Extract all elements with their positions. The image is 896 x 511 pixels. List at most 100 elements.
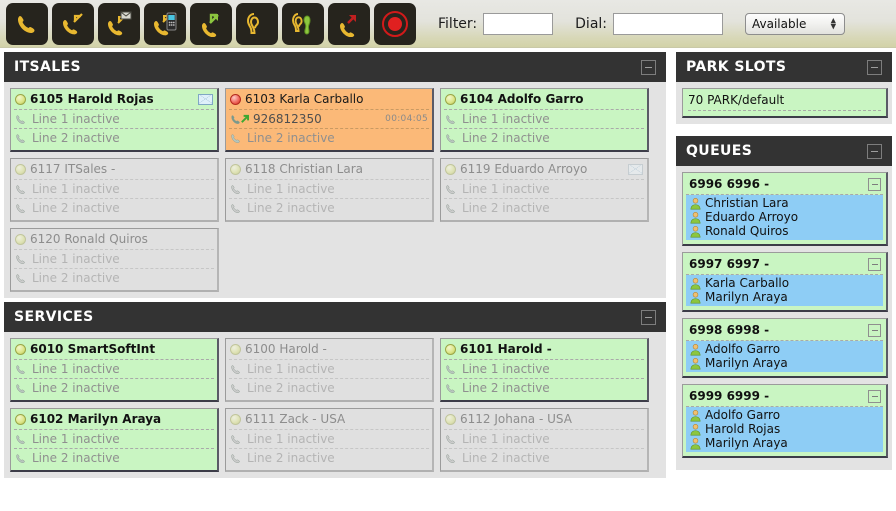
transfer-call-icon[interactable] (190, 2, 232, 45)
extension-line[interactable]: Line 2 inactive (229, 379, 429, 397)
handset-icon (230, 363, 243, 376)
extension-line[interactable]: Line 2 inactive (14, 129, 214, 147)
queue-member-label: Marilyn Araya (705, 436, 788, 450)
extension-card[interactable]: 6103 Karla Carballo 926812350 00:04:05 Line… (225, 88, 434, 152)
extension-line[interactable]: Line 2 inactive (14, 379, 214, 397)
line-label: Line 1 inactive (247, 362, 335, 376)
handset-icon (15, 253, 28, 266)
extension-line[interactable]: Line 2 inactive (14, 449, 214, 467)
person-icon (689, 291, 702, 304)
hangup-call-icon[interactable] (328, 2, 370, 45)
extension-line[interactable]: Line 1 inactive (14, 430, 214, 449)
handset-icon (445, 113, 458, 126)
extension-line[interactable]: Line 1 inactive (444, 110, 644, 129)
extension-card[interactable]: 6119 Eduardo Arroyo Line 1 inactive Line 2… (440, 158, 649, 222)
panel-park-slots: PARK SLOTS 70 PARK/default (676, 52, 892, 124)
dial-call-icon[interactable] (52, 2, 94, 45)
extension-line[interactable]: Line 1 inactive (444, 180, 644, 199)
record-icon[interactable] (374, 2, 416, 45)
extension-line[interactable]: Line 2 inactive (229, 449, 429, 467)
queue-label: 6998 6998 - (689, 323, 770, 337)
extension-line[interactable]: Line 2 inactive (444, 129, 644, 147)
queue-card[interactable]: 6997 6997 - Karla Carballo Marilyn Araya (682, 252, 888, 312)
extension-header: 6111 Zack - USA (229, 411, 429, 430)
extension-label: 6119 Eduardo Arroyo (460, 162, 588, 176)
extension-line[interactable]: Line 1 inactive (14, 110, 214, 129)
handset-icon (230, 183, 243, 196)
handset-icon (445, 382, 458, 395)
extension-line[interactable]: Line 2 inactive (14, 269, 214, 287)
queue-card[interactable]: 6998 6998 - Adolfo Garro Marilyn Araya (682, 318, 888, 378)
collapse-icon[interactable] (641, 59, 656, 75)
extension-card[interactable]: 6112 Johana - USA Line 1 inactive Line 2 i… (440, 408, 649, 472)
dial-label: Dial: (575, 15, 608, 32)
extension-line[interactable]: Line 1 inactive (14, 180, 214, 199)
extension-card[interactable]: 6101 Harold - Line 1 inactive Line 2 inact… (440, 338, 649, 402)
extension-line[interactable]: Line 1 inactive (229, 430, 429, 449)
chevron-updown-icon: ▲ ▼ (830, 16, 837, 30)
queue-label: 6999 6999 - (689, 389, 770, 403)
extension-line[interactable]: Line 2 inactive (229, 129, 429, 147)
mobile-call-icon[interactable] (144, 2, 186, 45)
extension-line[interactable]: Line 1 inactive (444, 360, 644, 379)
panel-itsales-body: 6105 Harold Rojas Line 1 inactive Line 2 i… (4, 82, 666, 298)
collapse-icon[interactable] (868, 257, 881, 271)
line-label: Line 2 inactive (462, 451, 550, 465)
queue-member[interactable]: Harold Rojas (688, 422, 881, 436)
extension-line[interactable]: Line 1 inactive (229, 180, 429, 199)
extension-card[interactable]: 6120 Ronald Quiros Line 1 inactive Line 2 … (10, 228, 219, 292)
extension-line[interactable]: Line 2 inactive (444, 379, 644, 397)
collapse-icon[interactable] (868, 323, 881, 337)
extension-line[interactable]: Line 1 inactive (444, 430, 644, 449)
extension-header: 6100 Harold - (229, 341, 429, 360)
answer-call-icon[interactable] (6, 2, 48, 45)
park-slot[interactable]: 70 PARK/default (682, 88, 888, 118)
status-dot-icon (15, 343, 26, 355)
extension-card[interactable]: 6010 SmartSoftInt Line 1 inactive Line 2 i… (10, 338, 219, 402)
queue-member[interactable]: Marilyn Araya (688, 290, 881, 304)
extension-card[interactable]: 6111 Zack - USA Line 1 inactive Line 2 ina… (225, 408, 434, 472)
extension-card[interactable]: 6104 Adolfo Garro Line 1 inactive Line 2 i… (440, 88, 649, 152)
extension-card[interactable]: 6117 ITSales - Line 1 inactive Line 2 inac… (10, 158, 219, 222)
queue-member[interactable]: Adolfo Garro (688, 342, 881, 356)
extension-label: 6103 Karla Carballo (245, 92, 364, 106)
panel-services-header: SERVICES (4, 302, 666, 332)
extension-line[interactable]: Line 1 inactive (229, 360, 429, 379)
extension-line[interactable]: Line 2 inactive (444, 449, 644, 467)
extension-line[interactable]: 926812350 00:04:05 (229, 110, 429, 129)
voicemail-icon[interactable] (198, 93, 213, 105)
collapse-icon[interactable] (867, 59, 882, 75)
extension-card[interactable]: 6105 Harold Rojas Line 1 inactive Line 2 i… (10, 88, 219, 152)
queue-member[interactable]: Karla Carballo (688, 276, 881, 290)
dial-input[interactable] (613, 12, 724, 35)
queue-card[interactable]: 6999 6999 - Adolfo Garro Harold Rojas Maril… (682, 384, 888, 458)
voicemail-call-icon[interactable] (98, 2, 140, 45)
collapse-icon[interactable] (867, 143, 882, 159)
queue-member[interactable]: Christian Lara (688, 196, 881, 210)
collapse-icon[interactable] (868, 177, 881, 191)
panel-title: ITSALES (14, 59, 82, 75)
extension-line[interactable]: Line 1 inactive (14, 360, 214, 379)
extension-line[interactable]: Line 2 inactive (444, 199, 644, 217)
extension-line[interactable]: Line 2 inactive (14, 199, 214, 217)
collapse-icon[interactable] (868, 389, 881, 403)
extension-line[interactable]: Line 1 inactive (14, 250, 214, 269)
voicemail-icon[interactable] (628, 163, 643, 175)
status-dot-icon (445, 163, 456, 175)
queue-member[interactable]: Marilyn Araya (688, 356, 881, 370)
status-select[interactable]: Available ▲ ▼ (745, 12, 846, 35)
queue-member[interactable]: Adolfo Garro (688, 408, 881, 422)
queue-member[interactable]: Marilyn Araya (688, 436, 881, 450)
queue-member[interactable]: Ronald Quiros (688, 224, 881, 238)
extension-card[interactable]: 6100 Harold - Line 1 inactive Line 2 inact… (225, 338, 434, 402)
collapse-icon[interactable] (641, 309, 656, 325)
extension-line[interactable]: Line 2 inactive (229, 199, 429, 217)
queue-member-label: Christian Lara (705, 196, 789, 210)
extension-card[interactable]: 6102 Marilyn Araya Line 1 inactive Line 2 … (10, 408, 219, 472)
extension-card[interactable]: 6118 Christian Lara Line 1 inactive Line 2… (225, 158, 434, 222)
search-input[interactable] (483, 12, 554, 35)
queue-card[interactable]: 6996 6996 - Christian Lara Eduardo Arroyo R… (682, 172, 888, 246)
whisper-icon[interactable] (282, 2, 324, 45)
listen-icon[interactable] (236, 2, 278, 45)
queue-member[interactable]: Eduardo Arroyo (688, 210, 881, 224)
